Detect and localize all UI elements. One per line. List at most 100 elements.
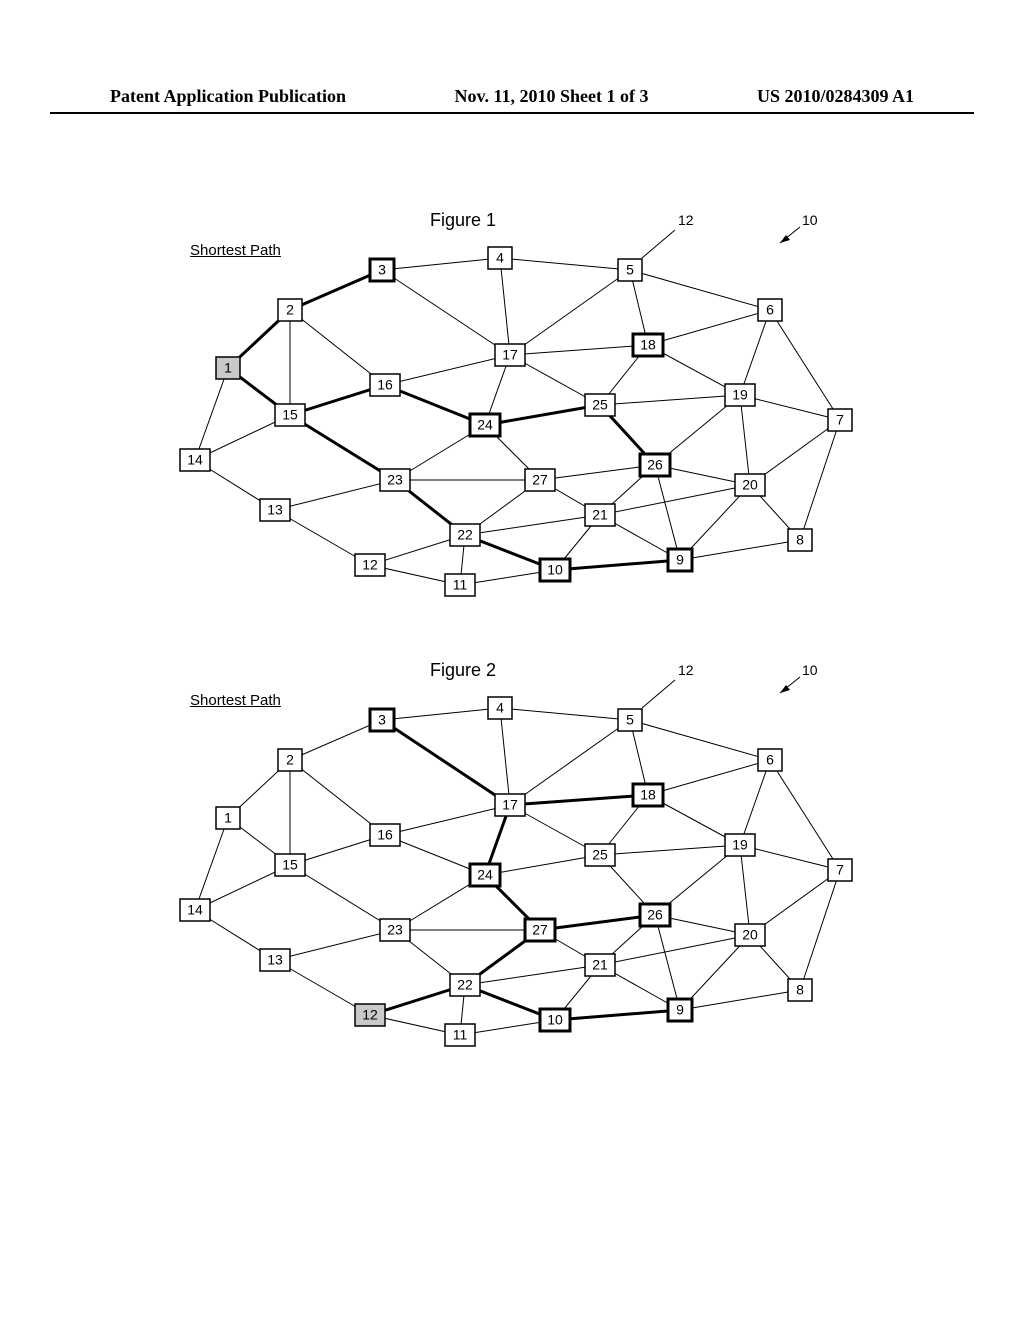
graph-edge (382, 270, 510, 355)
graph-edge-bold (382, 720, 510, 805)
figure-1-panel: Figure 1 Shortest Path 12101234567891011… (100, 210, 900, 610)
graph-node-label: 18 (640, 337, 656, 353)
graph-edge (800, 870, 840, 990)
graph-edge (385, 355, 510, 385)
figure-1-title: Figure 1 (430, 210, 496, 231)
graph-node-label: 12 (362, 557, 378, 573)
graph-edge (630, 720, 770, 760)
graph-edge (600, 845, 740, 855)
graph-edge (630, 270, 770, 310)
graph-edge (740, 395, 750, 485)
graph-node-label: 5 (626, 712, 634, 728)
graph-node-label: 10 (547, 1012, 563, 1028)
graph-edge (680, 540, 800, 560)
graph-edge (382, 258, 500, 270)
graph-edge-bold (555, 560, 680, 570)
figure-1-svg: 1210123456789101112131415161718192021222… (100, 240, 900, 640)
graph-node-label: 7 (836, 862, 844, 878)
graph-node-label: 21 (592, 507, 608, 523)
graph-edge-bold (485, 405, 600, 425)
graph-node-label: 9 (676, 1002, 684, 1018)
graph-node-label: 13 (267, 952, 283, 968)
graph-edge (500, 258, 630, 270)
graph-edge (770, 760, 840, 870)
graph-edge (740, 760, 770, 845)
graph-node-label: 19 (732, 837, 748, 853)
graph-edge (382, 708, 500, 720)
graph-edge (500, 708, 510, 805)
graph-edge (648, 760, 770, 795)
graph-node-label: 12 (362, 1007, 378, 1023)
graph-node-label: 27 (532, 472, 548, 488)
graph-edge (600, 935, 750, 965)
graph-node-label: 22 (457, 527, 473, 543)
graph-node-label: 15 (282, 407, 298, 423)
graph-node-label: 2 (286, 752, 294, 768)
figure-2-title: Figure 2 (430, 660, 496, 681)
graph-edge (600, 395, 740, 405)
graph-node-label: 23 (387, 922, 403, 938)
ref-network-label: 10 (802, 212, 818, 228)
graph-node-label: 13 (267, 502, 283, 518)
header-right: US 2010/0284309 A1 (757, 86, 914, 107)
graph-node-label: 25 (592, 847, 608, 863)
graph-edge (740, 310, 770, 395)
graph-node-label: 9 (676, 552, 684, 568)
graph-node-label: 17 (502, 797, 518, 813)
graph-node-label: 6 (766, 302, 774, 318)
graph-node-label: 5 (626, 262, 634, 278)
graph-node-label: 14 (187, 902, 203, 918)
graph-edge (385, 805, 510, 835)
graph-edge (485, 855, 600, 875)
graph-node-label: 4 (496, 250, 504, 266)
graph-node-label: 1 (224, 810, 232, 826)
graph-node-label: 24 (477, 417, 493, 433)
graph-node-label: 15 (282, 857, 298, 873)
graph-node-label: 6 (766, 752, 774, 768)
graph-node-label: 23 (387, 472, 403, 488)
ref-network-label: 10 (802, 662, 818, 678)
graph-node-label: 27 (532, 922, 548, 938)
ref-node-label: 12 (678, 212, 694, 228)
graph-edge (648, 310, 770, 345)
graph-edge (655, 465, 680, 560)
graph-edge (655, 915, 680, 1010)
graph-edge (500, 258, 510, 355)
graph-edge (275, 930, 395, 960)
graph-node-label: 11 (453, 577, 468, 593)
graph-edge-bold (555, 1010, 680, 1020)
graph-edge-bold (290, 270, 382, 310)
header-left: Patent Application Publication (110, 86, 346, 107)
graph-node-label: 8 (796, 532, 804, 548)
graph-node-label: 25 (592, 397, 608, 413)
graph-edge (500, 708, 630, 720)
graph-node-label: 26 (647, 457, 663, 473)
graph-edge (740, 845, 750, 935)
graph-edge (465, 515, 600, 535)
graph-edge (680, 990, 800, 1010)
graph-edge (510, 270, 630, 355)
graph-node-label: 22 (457, 977, 473, 993)
graph-edge-bold (510, 795, 648, 805)
graph-node-label: 20 (742, 477, 758, 493)
header-rule (50, 112, 974, 114)
graph-node-label: 17 (502, 347, 518, 363)
graph-edge (800, 420, 840, 540)
page-header: Patent Application Publication Nov. 11, … (0, 86, 1024, 107)
graph-edge (540, 465, 655, 480)
graph-edge (510, 720, 630, 805)
graph-node-label: 3 (378, 262, 386, 278)
graph-node-label: 3 (378, 712, 386, 728)
graph-node-label: 19 (732, 387, 748, 403)
graph-node-label: 18 (640, 787, 656, 803)
figure-2-panel: Figure 2 Shortest Path 12101234567891011… (100, 660, 900, 1060)
graph-node-label: 4 (496, 700, 504, 716)
graph-edge (600, 485, 750, 515)
graph-node-label: 16 (377, 827, 393, 843)
graph-node-label: 14 (187, 452, 203, 468)
graph-node-label: 10 (547, 562, 563, 578)
ref-node-label: 12 (678, 662, 694, 678)
figure-2-svg: 1210123456789101112131415161718192021222… (100, 690, 900, 1090)
graph-node-label: 16 (377, 377, 393, 393)
graph-node-label: 7 (836, 412, 844, 428)
